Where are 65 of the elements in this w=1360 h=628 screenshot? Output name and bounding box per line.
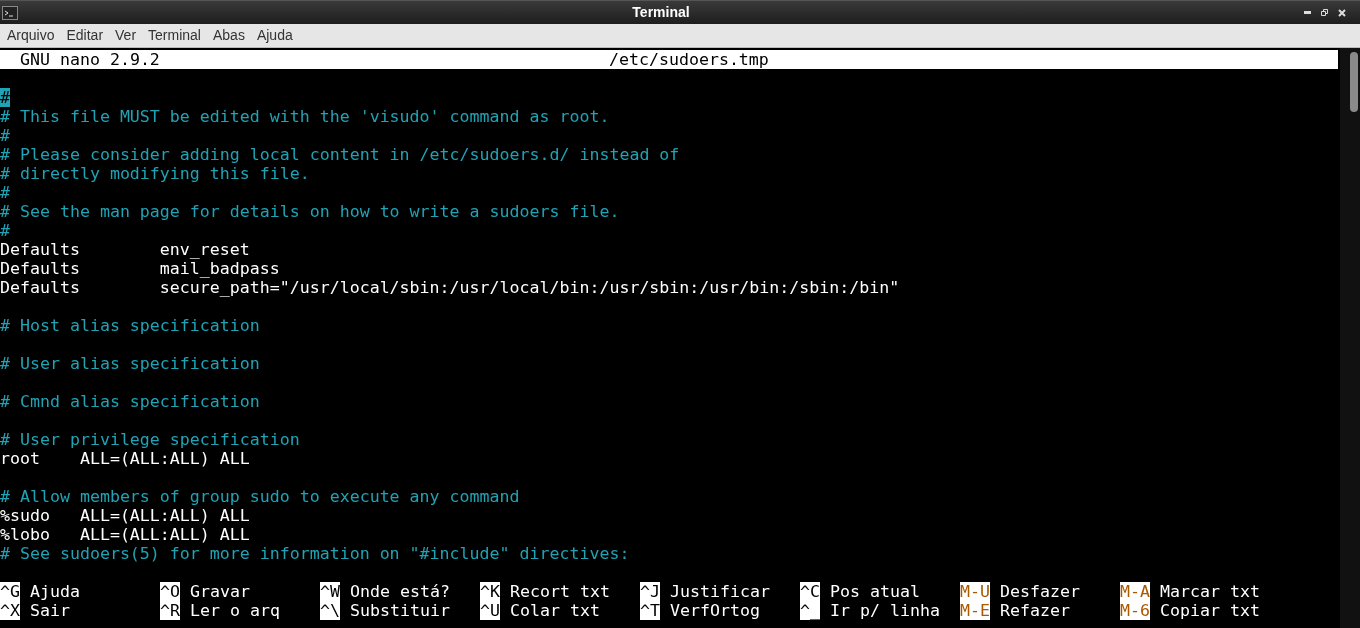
shortcut-label: Substituir [350,601,450,620]
menu-item[interactable]: Arquivo [1,25,61,46]
comment-line: # User alias specification [0,354,260,373]
shortcut-label: Sair [30,601,70,620]
shortcut-key: ^X [0,601,20,620]
restore-icon[interactable] [1321,9,1328,16]
menu-item[interactable]: Ajuda [250,25,299,46]
shortcut-key: ^W [320,582,340,601]
comment-line: # This file MUST be edited with the 'visudo' command as root. [0,107,610,126]
shortcut-key: ^U [480,601,500,620]
comment-line: # directly modifying this file. [0,164,310,183]
scrollbar[interactable] [1340,48,1360,628]
comment-line: # Please consider adding local content in /etc/sudoers.d/ instead of [0,145,680,164]
menu-item[interactable]: Abas [206,25,251,46]
comment-line: # See sudoers(5) for more information on "#include" directives: [0,544,630,563]
comment-line: # Host alias specification [0,316,260,335]
nano-version: GNU nano 2.9.2 [19,50,160,69]
shortcut-label: Colar txt [510,601,600,620]
shortcut-key: ^_ [800,601,820,620]
window-title: Terminal [632,3,690,22]
shortcut-label: Ler o arq [190,601,280,620]
menu-item[interactable]: Terminal [142,25,207,46]
terminal-icon [2,5,18,20]
code-line: Defaults secure_path="/usr/local/sbin:/usr/local/bin:/usr/sbin:/usr/bin:/sbin:/bin" [0,278,900,297]
code-line: root ALL=(ALL:ALL) ALL [0,449,250,468]
shortcut-label: Recort txt [510,582,610,601]
code-line: Defaults mail_badpass [0,259,280,278]
shortcut-label: Ir p/ linha [830,601,940,620]
shortcut-label: Copiar txt [1160,601,1260,620]
menu-item[interactable]: Editar [60,25,110,46]
shortcut-label: Gravar [190,582,250,601]
shortcut-key: M-E [960,601,990,620]
shortcut-label: Refazer [1000,601,1070,620]
shortcut-key: ^O [160,582,180,601]
code-line: %sudo ALL=(ALL:ALL) ALL [0,506,250,525]
comment-line: # [0,221,10,240]
shortcut-label: Ajuda [30,582,80,601]
shortcut-key: ^J [640,582,660,601]
comment-line: # User privilege specification [0,430,300,449]
close-icon[interactable] [1338,8,1346,17]
shortcut-key: ^T [640,601,660,620]
shortcut-label: Pos atual [830,582,920,601]
shortcut-label: VerfOrtog [670,601,760,620]
comment-line: # [0,126,10,145]
shortcut-label: Marcar txt [1160,582,1260,601]
code-line: Defaults env_reset [0,240,250,259]
shortcut-label: Justificar [670,582,770,601]
shortcut-label: Onde está? [350,582,450,601]
shortcut-label: Desfazer [1000,582,1080,601]
menu-item[interactable]: Ver [109,25,143,46]
shortcut-key: M-U [960,582,990,601]
shortcut-key: M-A [1120,582,1150,601]
comment-line: # Allow members of group sudo to execute any command [0,487,520,506]
shortcut-key: ^G [0,582,20,601]
comment-line: # See the man page for details on how to write a sudoers file. [0,202,620,221]
shortcut-key: ^\ [320,601,340,620]
comment-line: # Cmnd alias specification [0,392,260,411]
code-line: %lobo ALL=(ALL:ALL) ALL [0,525,250,544]
shortcut-key: ^C [800,582,820,601]
scrollbar-thumb[interactable] [1350,52,1358,112]
comment-line: # [0,183,10,202]
file-name: /etc/sudoers.tmp [609,50,769,69]
shortcut-key: ^K [480,582,500,601]
shortcut-key: ^R [160,601,180,620]
shortcut-key: M-6 [1120,601,1150,620]
